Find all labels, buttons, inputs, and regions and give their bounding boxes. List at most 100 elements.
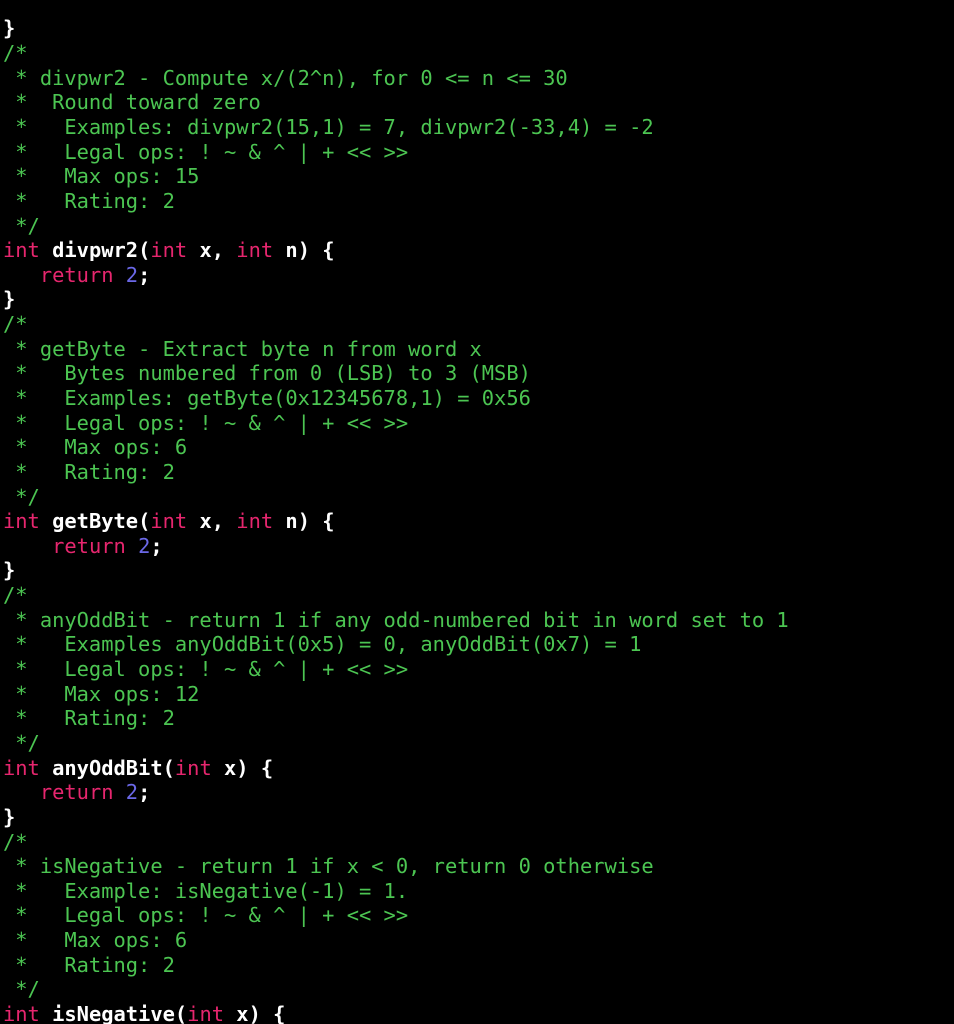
numeric-literal: 2 bbox=[125, 262, 139, 287]
code-line[interactable]: return 2; bbox=[3, 534, 789, 559]
code-line[interactable]: /* bbox=[3, 41, 789, 66]
comment-text: * getByte - Extract byte n from word x bbox=[3, 336, 482, 361]
comment-text: * Bytes numbered from 0 (LSB) to 3 (MSB) bbox=[3, 361, 531, 386]
code-line[interactable]: int divpwr2(int x, int n) { bbox=[3, 238, 789, 263]
return-keyword: return bbox=[52, 533, 126, 558]
type-keyword: int bbox=[174, 755, 212, 780]
comment-text: /* bbox=[3, 312, 28, 337]
comment-text: * Examples: divpwr2(15,1) = 7, divpwr2(-… bbox=[3, 114, 654, 139]
comment-text: * Max ops: 6 bbox=[3, 435, 188, 460]
comment-text: */ bbox=[3, 484, 40, 509]
function-name: divpwr2 bbox=[52, 238, 139, 263]
brace-token: } bbox=[3, 287, 16, 312]
code-line[interactable]: * Legal ops: ! ~ & ^ | + << >> bbox=[3, 140, 789, 165]
comment-text: /* bbox=[3, 829, 28, 854]
comment-text: * Legal ops: ! ~ & ^ | + << >> bbox=[3, 903, 409, 928]
comment-text: * Rating: 2 bbox=[3, 188, 175, 213]
numeric-literal: 2 bbox=[125, 780, 139, 805]
comment-text: */ bbox=[3, 730, 40, 755]
comment-text: /* bbox=[3, 583, 28, 608]
return-keyword: return bbox=[39, 262, 114, 287]
comment-text: * anyOddBit - return 1 if any odd-number… bbox=[3, 607, 789, 632]
code-line[interactable]: * Rating: 2 bbox=[3, 460, 789, 485]
code-line[interactable]: * Examples anyOddBit(0x5) = 0, anyOddBit… bbox=[3, 632, 789, 657]
code-line[interactable]: * divpwr2 - Compute x/(2^n), for 0 <= n … bbox=[3, 66, 789, 91]
code-line[interactable]: */ bbox=[3, 977, 789, 1002]
code-line[interactable]: * Max ops: 12 bbox=[3, 682, 789, 707]
return-type-keyword: int bbox=[3, 509, 40, 534]
comment-text: * Legal ops: ! ~ & ^ | + << >> bbox=[3, 410, 409, 435]
comment-text: */ bbox=[3, 977, 40, 1002]
code-line[interactable]: return 2; bbox=[3, 263, 789, 288]
comment-text: * isNegative - return 1 if x < 0, return… bbox=[3, 854, 654, 879]
code-line[interactable]: /* bbox=[3, 583, 789, 608]
function-name: getByte bbox=[52, 509, 139, 534]
code-line[interactable]: } bbox=[3, 558, 789, 583]
function-name: anyOddBit bbox=[52, 755, 163, 780]
code-line[interactable]: * Bytes numbered from 0 (LSB) to 3 (MSB) bbox=[3, 361, 789, 386]
return-keyword: return bbox=[39, 780, 114, 805]
type-keyword: int bbox=[150, 238, 188, 263]
brace-token: } bbox=[3, 558, 16, 583]
numeric-literal: 2 bbox=[138, 533, 151, 558]
type-keyword: int bbox=[187, 1002, 225, 1024]
type-keyword: int bbox=[236, 238, 274, 263]
function-name: isNegative bbox=[52, 1002, 175, 1024]
code-line[interactable]: * Round toward zero bbox=[3, 90, 789, 115]
comment-text: * Max ops: 6 bbox=[3, 928, 188, 953]
return-type-keyword: int bbox=[3, 1002, 40, 1024]
return-type-keyword: int bbox=[3, 755, 40, 780]
brace-token: } bbox=[3, 804, 16, 829]
code-line[interactable]: * Legal ops: ! ~ & ^ | + << >> bbox=[3, 411, 789, 436]
code-line[interactable]: int getByte(int x, int n) { bbox=[3, 509, 789, 534]
code-line[interactable]: /* bbox=[3, 830, 789, 855]
comment-text: * Examples anyOddBit(0x5) = 0, anyOddBit… bbox=[3, 632, 642, 657]
comment-text: * Examples: getByte(0x12345678,1) = 0x56 bbox=[3, 386, 531, 410]
code-line[interactable]: * Legal ops: ! ~ & ^ | + << >> bbox=[3, 903, 789, 928]
code-editor-surface[interactable]: }/* * divpwr2 - Compute x/(2^n), for 0 <… bbox=[0, 0, 954, 1024]
code-line[interactable]: */ bbox=[3, 214, 789, 239]
code-line[interactable]: } bbox=[3, 287, 789, 312]
type-keyword: int bbox=[236, 509, 274, 534]
code-line[interactable]: */ bbox=[3, 485, 789, 510]
code-line[interactable]: int anyOddBit(int x) { bbox=[3, 756, 789, 781]
comment-text: * Legal ops: ! ~ & ^ | + << >> bbox=[3, 657, 409, 682]
code-line[interactable]: * Legal ops: ! ~ & ^ | + << >> bbox=[3, 657, 789, 682]
code-line[interactable]: * Max ops: 6 bbox=[3, 928, 789, 953]
code-line[interactable]: * Examples: getByte(0x12345678,1) = 0x56 bbox=[3, 386, 789, 411]
code-line[interactable]: * Examples: divpwr2(15,1) = 7, divpwr2(-… bbox=[3, 115, 789, 140]
source-code-text[interactable]: }/* * divpwr2 - Compute x/(2^n), for 0 <… bbox=[3, 16, 789, 1024]
comment-text: * Example: isNegative(-1) = 1. bbox=[3, 878, 409, 903]
comment-text: * Max ops: 15 bbox=[3, 164, 200, 189]
code-line[interactable]: * getByte - Extract byte n from word x bbox=[3, 337, 789, 362]
type-keyword: int bbox=[150, 509, 188, 534]
code-line[interactable]: int isNegative(int x) { bbox=[3, 1002, 789, 1024]
code-line[interactable]: * Rating: 2 bbox=[3, 189, 789, 214]
code-line[interactable]: return 2; bbox=[3, 780, 789, 805]
code-line[interactable]: * Max ops: 6 bbox=[3, 435, 789, 460]
comment-text: /* bbox=[3, 41, 28, 66]
return-type-keyword: int bbox=[3, 238, 40, 263]
code-line[interactable]: /* bbox=[3, 312, 789, 337]
code-line[interactable]: * Max ops: 15 bbox=[3, 164, 789, 189]
comment-text: * Rating: 2 bbox=[3, 952, 175, 977]
code-line[interactable]: } bbox=[3, 805, 789, 830]
code-line[interactable]: * Rating: 2 bbox=[3, 706, 789, 731]
code-line[interactable]: * isNegative - return 1 if x < 0, return… bbox=[3, 854, 789, 879]
code-line[interactable]: * Rating: 2 bbox=[3, 953, 789, 978]
comment-text: * Max ops: 12 bbox=[3, 681, 200, 706]
comment-text: * divpwr2 - Compute x/(2^n), for 0 <= n … bbox=[3, 65, 568, 90]
brace-token: } bbox=[3, 16, 16, 41]
comment-text: */ bbox=[3, 213, 40, 238]
code-line[interactable]: } bbox=[3, 16, 789, 41]
comment-text: * Rating: 2 bbox=[3, 706, 175, 731]
semicolon-token: ; bbox=[150, 533, 163, 558]
code-line[interactable]: */ bbox=[3, 731, 789, 756]
semicolon-token: ; bbox=[138, 262, 151, 287]
code-line[interactable]: * Example: isNegative(-1) = 1. bbox=[3, 879, 789, 904]
code-line[interactable]: * anyOddBit - return 1 if any odd-number… bbox=[3, 607, 789, 633]
comment-text: * Round toward zero bbox=[3, 90, 261, 115]
comment-text: * Legal ops: ! ~ & ^ | + << >> bbox=[3, 139, 409, 164]
semicolon-token: ; bbox=[138, 780, 151, 805]
comment-text: * Rating: 2 bbox=[3, 459, 175, 484]
